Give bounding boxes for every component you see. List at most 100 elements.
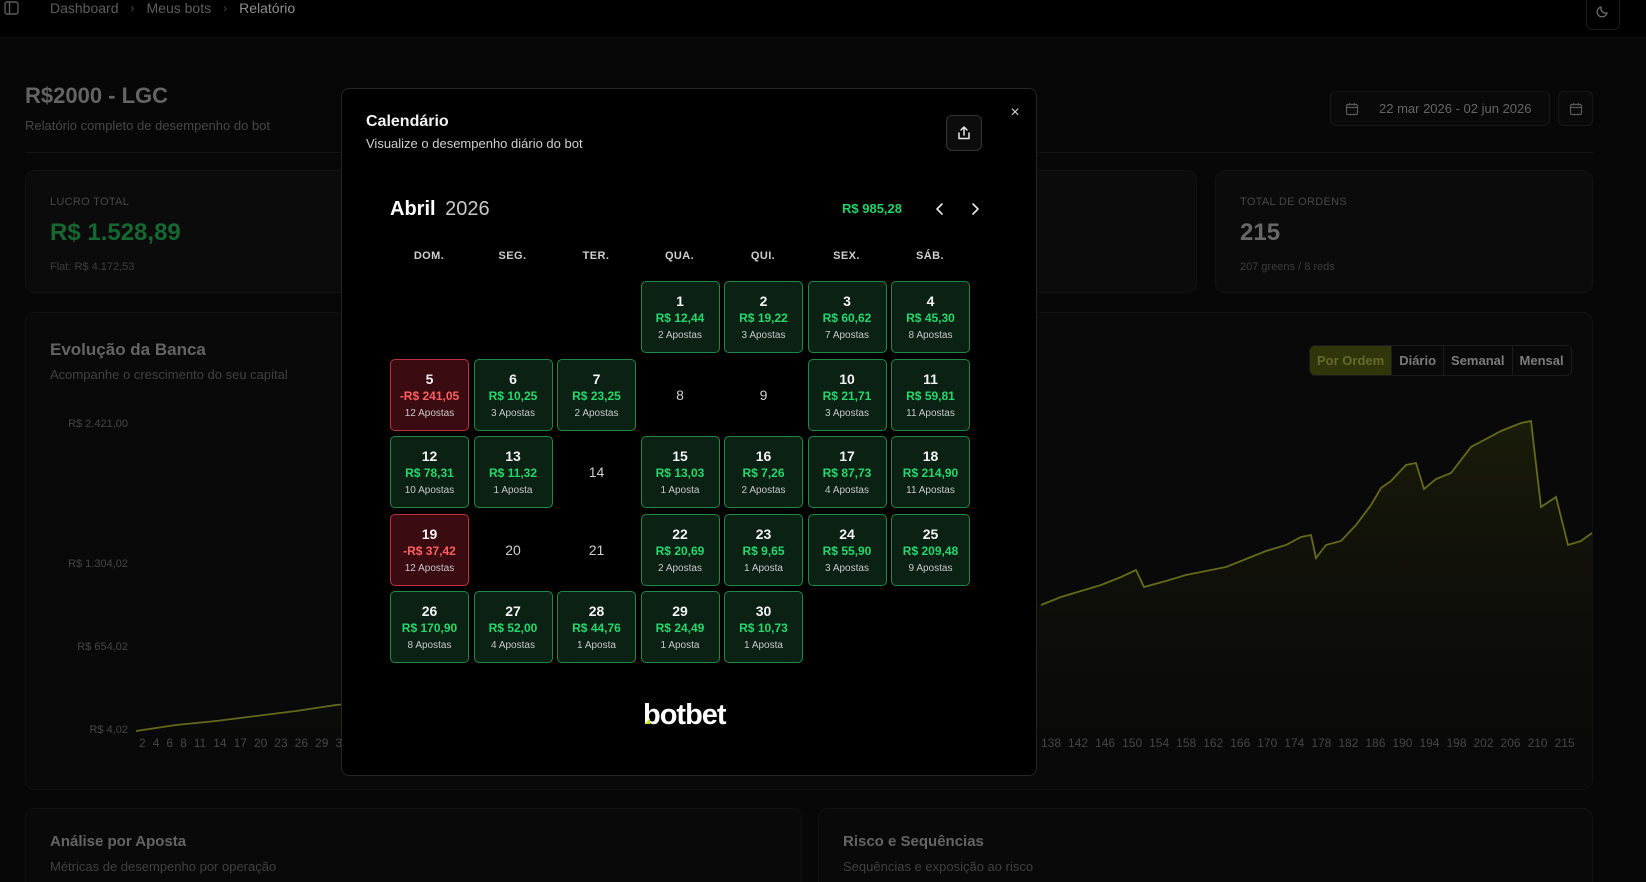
next-month-button[interactable] [968,201,982,217]
day-profit: R$ 19,22 [739,311,788,325]
calendar-day-28[interactable]: 28 R$ 44,76 1 Aposta [557,591,636,663]
month-total: R$ 985,28 [842,201,902,216]
day-bet-count: 1 Aposta [577,640,616,651]
day-profit: R$ 7,26 [742,466,785,480]
day-bet-count: 4 Apostas [491,640,535,651]
weekday-label: SEX. [833,250,860,262]
day-bet-count: 2 Apostas [741,485,786,496]
calendar-day-21[interactable]: 21 [557,514,636,586]
day-profit: R$ 60,62 [822,311,872,325]
day-number: 16 [755,448,772,464]
month-heading: Abril 2026 [390,198,490,221]
day-number: 21 [588,541,605,558]
close-icon: × [1010,104,1020,121]
day-number: 10 [839,370,855,387]
prev-month-button[interactable] [933,201,947,217]
day-profit: R$ 55,90 [822,543,872,558]
calendar-day-30[interactable]: 30 R$ 10,73 1 Aposta [724,591,803,663]
calendar-day-4[interactable]: 4 R$ 45,30 8 Apostas [891,281,970,353]
day-bet-count: 1 Aposta [744,640,783,651]
day-number: 22 [672,525,688,542]
day-number: 1 [676,293,684,309]
modal-subtitle: Visualize o desempenho diário do bot [366,136,583,151]
day-number: 17 [839,448,855,464]
calendar-day-23[interactable]: 23 R$ 9,65 1 Aposta [724,513,803,586]
calendar-day-6[interactable]: 6 R$ 10,25 3 Apostas [473,358,553,431]
day-number: 6 [509,370,517,387]
calendar-day-10[interactable]: 10 R$ 21,71 3 Apostas [807,358,887,431]
calendar-day-8[interactable]: 8 [641,359,720,431]
day-number: 24 [839,525,855,542]
day-bet-count: 1 Aposta [744,562,783,574]
calendar-day-25[interactable]: 25 R$ 209,48 9 Apostas [891,513,970,586]
day-number: 25 [922,525,939,542]
day-bet-count: 10 Apostas [404,485,455,496]
day-bet-count: 2 Apostas [658,330,702,341]
calendar-day-15[interactable]: 15 R$ 13,03 1 Aposta [640,436,720,508]
close-button[interactable]: × [1005,103,1025,123]
day-number: 2 [759,293,768,309]
day-number: 14 [588,464,605,480]
day-number: 18 [922,448,939,464]
calendar-day-1[interactable]: 1 R$ 12,44 2 Apostas [640,281,720,353]
day-number: 26 [421,603,438,619]
share-button[interactable] [946,115,982,151]
calendar-day-2[interactable]: 2 R$ 19,22 3 Apostas [724,281,803,353]
day-bet-count: 12 Apostas [404,407,455,419]
day-number: 19 [421,525,438,542]
calendar-day-29[interactable]: 29 R$ 24,49 1 Aposta [640,591,720,663]
day-profit: R$ 21,71 [822,388,872,403]
day-profit: R$ 87,73 [822,466,872,480]
calendar-day-18[interactable]: 18 R$ 214,90 11 Apostas [891,436,970,508]
day-profit: R$ 59,81 [906,388,955,403]
calendar-day-24[interactable]: 24 R$ 55,90 3 Apostas [807,513,887,586]
calendar-day-11[interactable]: 11 R$ 59,81 11 Apostas [891,358,970,431]
day-profit: R$ 10,25 [488,388,538,403]
share-icon [958,126,970,140]
calendar-day-9[interactable]: 9 [724,359,803,431]
day-profit: -R$ 37,42 [403,543,456,558]
day-number: 20 [505,541,521,558]
day-bet-count: 3 Apostas [825,562,869,574]
svg-text:botbet: botbet [643,699,727,730]
calendar-day-14[interactable]: 14 [557,436,636,508]
day-profit: R$ 23,25 [572,388,621,403]
chevron-right-icon [972,203,979,215]
weekday-label: DOM. [413,250,445,262]
day-number: 5 [425,370,434,387]
day-profit: -R$ 241,05 [399,388,460,403]
day-number: 9 [759,386,768,403]
day-bet-count: 11 Apostas [906,485,955,496]
day-bet-count: 1 Aposta [493,485,533,496]
calendar-day-17[interactable]: 17 R$ 87,73 4 Apostas [807,436,887,508]
calendar-day-19[interactable]: 19 -R$ 37,42 12 Apostas [390,513,469,586]
day-profit: R$ 10,73 [739,621,788,635]
calendar-day-26[interactable]: 26 R$ 170,90 8 Apostas [390,591,469,663]
calendar-day-16[interactable]: 16 R$ 7,26 2 Apostas [724,436,803,508]
calendar-day-12[interactable]: 12 R$ 78,31 10 Apostas [390,436,469,508]
day-bet-count: 2 Apostas [574,407,619,419]
day-profit: R$ 9,65 [742,543,785,558]
day-profit: R$ 214,90 [902,466,959,480]
calendar-day-7[interactable]: 7 R$ 23,25 2 Apostas [557,358,636,431]
day-bet-count: 1 Aposta [660,485,700,496]
day-bet-count: 12 Apostas [404,562,455,574]
calendar-day-13[interactable]: 13 R$ 11,32 1 Aposta [473,436,553,508]
day-bet-count: 4 Apostas [825,485,869,496]
calendar-day-3[interactable]: 3 R$ 60,62 7 Apostas [807,281,887,353]
day-number: 4 [926,293,935,309]
day-bet-count: 7 Apostas [825,330,869,341]
calendar-modal: Calendário Visualize o desempenho diário… [341,88,1037,776]
day-number: 3 [843,293,851,309]
calendar-day-20[interactable]: 20 [474,514,553,586]
botbet-logo: botbet [641,696,741,731]
day-profit: R$ 44,76 [572,621,621,635]
calendar-day-22[interactable]: 22 R$ 20,69 2 Apostas [640,513,720,586]
day-bet-count: 3 Apostas [491,407,535,419]
calendar-day-27[interactable]: 27 R$ 52,00 4 Apostas [473,591,553,663]
day-bet-count: 9 Apostas [908,562,953,574]
weekday-label: SÁB. [916,250,944,262]
day-number: 28 [588,603,605,619]
calendar-day-5[interactable]: 5 -R$ 241,05 12 Apostas [390,358,469,431]
day-number: 8 [676,386,684,403]
